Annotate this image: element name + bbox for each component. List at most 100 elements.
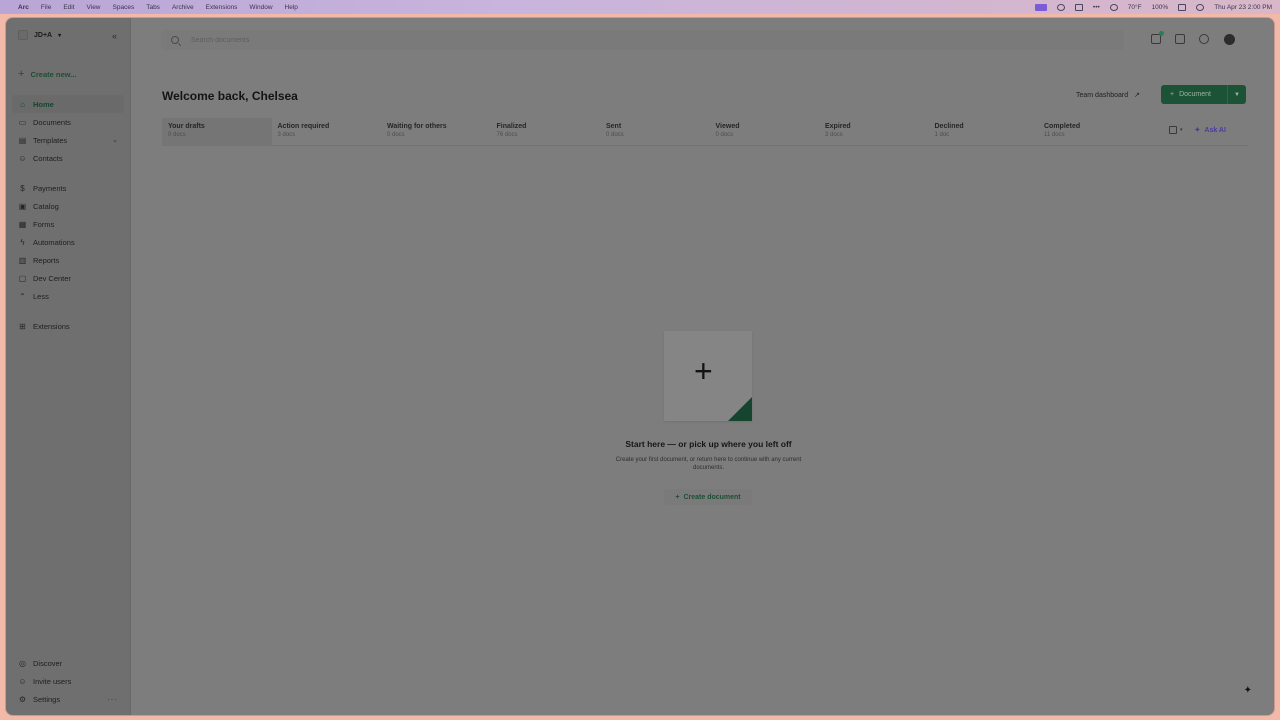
sidebar-item-label: Documents — [33, 117, 71, 127]
sidebar-item-catalog[interactable]: ▣ Catalog — [12, 197, 124, 215]
bottom-nav: ◎ Discover ☺ Invite users ⚙ Settings ··· — [12, 654, 124, 708]
window-icon[interactable] — [1074, 3, 1083, 11]
sidebar-item-invite-users[interactable]: ☺ Invite users — [12, 672, 124, 690]
status-icon[interactable] — [1056, 3, 1065, 11]
menu-edit[interactable]: Edit — [63, 4, 74, 11]
sidebar-item-extensions[interactable]: ⊞ Extensions — [12, 317, 124, 335]
search-icon — [171, 36, 179, 44]
sidebar-item-dev-center[interactable]: ▢ Dev Center — [12, 269, 124, 287]
tab-title: Your drafts — [168, 123, 205, 130]
menu-bar: Arc File Edit View Spaces Tabs Archive E… — [0, 0, 1280, 14]
search-bar[interactable] — [161, 30, 1124, 50]
chevron-down-icon: ▾ — [58, 32, 62, 39]
tab-count: 11 docs — [1044, 132, 1065, 138]
menu-window[interactable]: Window — [249, 4, 272, 11]
tab-count: 1 doc — [934, 132, 950, 138]
home-icon: ⌂ — [20, 99, 25, 109]
main-content: Welcome back, Chelsea Team dashboard ↗ +… — [131, 18, 1274, 715]
inbox-icon[interactable] — [1175, 34, 1185, 44]
ask-ai-button[interactable]: ✦ Ask AI — [1195, 126, 1226, 135]
workspace-switcher[interactable]: JD+A ▾ — [18, 30, 61, 40]
tab-title: Completed — [1044, 123, 1081, 130]
sidebar-item-less[interactable]: ⌃ Less — [12, 287, 124, 305]
catalog-icon: ▣ — [18, 201, 27, 211]
sidebar-item-contacts[interactable]: ☺ Contacts — [12, 149, 124, 167]
collapse-sidebar-icon[interactable]: « — [112, 31, 117, 41]
menu-archive[interactable]: Archive — [172, 4, 194, 11]
tab-waiting-for-others[interactable]: Waiting for others 0 docs — [381, 118, 491, 145]
more-icon[interactable]: ••• — [1093, 4, 1100, 11]
chevron-down-icon[interactable]: ⌄ — [112, 136, 118, 144]
tab-tools: ▾ ✦ Ask AI — [1169, 126, 1226, 134]
sidebar-item-label: Reports — [33, 255, 60, 265]
tab-action-required[interactable]: Action required 3 docs — [272, 118, 382, 145]
tab-count: 3 docs — [825, 132, 843, 138]
menu-extensions[interactable]: Extensions — [206, 4, 238, 11]
sidebar-item-label: Discover — [33, 658, 63, 668]
app-window: JD+A ▾ « + Create new... ⌂ Home ▭ Docume… — [5, 17, 1275, 716]
layout-toggle[interactable]: ▾ — [1169, 126, 1183, 134]
create-document-button[interactable]: + Create document — [664, 489, 752, 505]
chevron-down-icon[interactable]: ▼ — [1227, 85, 1246, 104]
sidebar-item-label: Catalog — [33, 201, 59, 211]
sidebar-item-label: Templates — [33, 135, 68, 145]
sidebar-item-payments[interactable]: $ Payments — [12, 179, 124, 197]
ask-ai-label: Ask AI — [1204, 126, 1226, 134]
extensions-icon: ⊞ — [19, 321, 26, 331]
tab-expired[interactable]: Expired 3 docs — [819, 118, 929, 145]
tab-your-drafts[interactable]: Your drafts 0 docs — [162, 118, 272, 145]
menu-app-name[interactable]: Arc — [18, 4, 29, 11]
tab-declined[interactable]: Declined 1 doc — [929, 118, 1039, 145]
weather-label[interactable]: 70°F — [1128, 4, 1142, 11]
tab-count: 0 docs — [715, 132, 734, 138]
menu-file[interactable]: File — [41, 4, 51, 11]
tab-viewed[interactable]: Viewed 0 docs — [710, 118, 820, 145]
menu-clock[interactable]: Thu Apr 23 2:00 PM — [1214, 4, 1272, 11]
new-document-button[interactable]: + Document ▼ — [1161, 85, 1246, 104]
sidebar-item-home[interactable]: ⌂ Home — [12, 95, 124, 113]
tab-count: 3 docs — [277, 132, 296, 138]
tab-sent[interactable]: Sent 0 docs — [600, 118, 710, 145]
tab-count: 0 docs — [387, 132, 405, 138]
sidebar-item-automations[interactable]: ϟ Automations — [12, 233, 124, 251]
menu-view[interactable]: View — [87, 4, 101, 11]
avatar[interactable] — [1224, 34, 1235, 45]
control-center-icon[interactable] — [1196, 3, 1205, 11]
notifications-icon[interactable] — [1151, 31, 1164, 44]
tab-title: Viewed — [715, 123, 740, 130]
battery-label[interactable]: 100% — [1152, 4, 1169, 11]
sidebar-item-templates[interactable]: ▤ Templates ⌄ — [12, 131, 124, 149]
sidebar-item-reports[interactable]: ▥ Reports — [12, 251, 124, 269]
search-input[interactable] — [191, 36, 491, 44]
sidebar-item-forms[interactable]: ▦ Forms — [12, 215, 124, 233]
workspace-name: JD+A — [34, 31, 53, 39]
tab-finalized[interactable]: Finalized 76 docs — [491, 118, 601, 145]
workspace-logo-icon — [18, 30, 28, 40]
status-tabs: Your drafts 0 docs Action required 3 doc… — [162, 118, 1248, 146]
create-new-button[interactable]: + Create new... — [18, 69, 76, 80]
empty-state-title: Start here — or pick up where you left o… — [625, 439, 792, 449]
team-dashboard-link[interactable]: Team dashboard ↗ — [1076, 91, 1140, 100]
screen-record-icon[interactable] — [1034, 3, 1047, 11]
more-options-icon[interactable]: ··· — [107, 695, 118, 704]
sidebar-item-documents[interactable]: ▭ Documents — [12, 113, 124, 131]
plus-icon: + — [675, 493, 680, 501]
create-document-card[interactable]: + — [664, 331, 752, 421]
menu-spaces[interactable]: Spaces — [113, 4, 135, 11]
new-document-main[interactable]: + Document — [1161, 91, 1227, 98]
forms-icon: ▦ — [18, 219, 27, 229]
menu-help[interactable]: Help — [285, 4, 298, 11]
page-fold-icon — [728, 397, 752, 421]
tab-completed[interactable]: Completed 11 docs — [1038, 118, 1148, 145]
help-icon[interactable] — [1199, 34, 1209, 44]
primary-nav: ⌂ Home ▭ Documents ▤ Templates ⌄ ☺ Conta… — [12, 95, 124, 167]
contacts-icon: ☺ — [18, 153, 27, 163]
sidebar-item-settings[interactable]: ⚙ Settings ··· — [12, 690, 124, 708]
battery-icon[interactable] — [1178, 3, 1187, 11]
plus-icon: + — [694, 353, 713, 389]
tab-title: Finalized — [496, 123, 527, 130]
menu-tabs[interactable]: Tabs — [146, 4, 160, 11]
sidebar-item-discover[interactable]: ◎ Discover — [12, 654, 124, 672]
clock-status-icon[interactable] — [1109, 3, 1118, 11]
assistant-sparkle-icon[interactable]: ✦ — [1244, 685, 1252, 696]
